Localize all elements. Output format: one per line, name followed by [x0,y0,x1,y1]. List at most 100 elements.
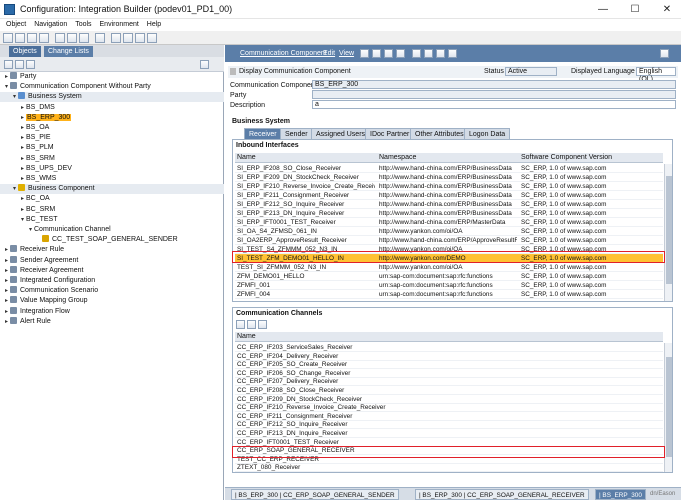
channel-add-icon[interactable] [236,320,245,329]
info-icon[interactable] [412,49,421,58]
expand-arrow-icon[interactable]: ▸ [3,245,10,255]
col-name[interactable]: Name [235,153,375,163]
editor-tab-sender[interactable]: | BS_ERP_300 | CC_ERP_SOAP_GENERAL_SENDE… [231,489,399,500]
history-icon[interactable] [147,33,157,43]
collapse-icon[interactable] [15,60,24,69]
language-select[interactable]: English (OL) [636,67,676,83]
forward-icon[interactable] [123,33,133,43]
tree-item[interactable]: ▸ BS_DMS [0,103,224,113]
tree-item[interactable]: ▾ Business System [0,92,224,103]
description-field[interactable]: a [312,100,676,109]
menu-view[interactable]: View [339,50,354,57]
print-icon[interactable] [39,33,49,43]
tree-item[interactable]: ▸ BS_UPS_DEV [0,164,224,174]
expand-arrow-icon[interactable]: ▸ [19,123,26,133]
tree-item[interactable]: ▸ BS_SRM [0,154,224,164]
inbound-row[interactable]: SI_ERP_IF210_Reverse_Invoice_Create_Rece… [235,182,663,191]
menu-navigation[interactable]: Navigation [34,19,67,30]
expand-arrow-icon[interactable]: ▸ [19,205,26,215]
open-icon[interactable] [15,33,25,43]
tab-logon-data[interactable]: Logon Data [464,128,511,139]
channel-remove-icon[interactable] [258,320,267,329]
inbound-row[interactable]: SI_ERP_IF209_DN_StockCheck_Receiver http:… [235,173,663,182]
tree-item[interactable]: ▾ Communication Channel [0,225,224,235]
new-icon[interactable] [3,33,13,43]
expand-arrow-icon[interactable]: ▸ [3,256,10,266]
menu-object[interactable]: Object [6,19,26,30]
tab-other-attributes[interactable]: Other Attributes [410,128,469,139]
inbound-row[interactable]: SI_OA_S4_ZFMSD_061_IN http://www.yankon.c… [235,227,663,236]
menu-edit[interactable]: Edit [323,50,335,57]
col-channel-name[interactable]: Name [235,332,435,342]
menu-communication-component[interactable]: Communication Component [240,50,327,57]
tree-item[interactable]: ▸ BC_OA [0,194,224,204]
expand-arrow-icon[interactable]: ▸ [3,276,10,286]
close-button[interactable]: ✕ [654,2,680,17]
history-icon[interactable] [448,49,457,58]
col-software-component[interactable]: Software Component Version [519,153,659,163]
inbound-scrollbar[interactable] [664,164,672,301]
tree-item[interactable]: ▾ Communication Component Without Party [0,82,224,92]
expand-arrow-icon[interactable]: ▸ [19,174,26,184]
display-icon[interactable] [372,49,381,58]
expand-arrow-icon[interactable]: ▸ [19,154,26,164]
expand-arrow-icon[interactable]: ▸ [19,194,26,204]
tree-item[interactable]: ▸ BS_PIE [0,133,224,143]
tree-item[interactable]: ▸ Communication Scenario [0,286,224,296]
menu-tools[interactable]: Tools [75,19,91,30]
copy-object-icon[interactable] [384,49,393,58]
back-icon[interactable] [111,33,121,43]
tree-item[interactable]: ▸ Value Mapping Group [0,296,224,306]
maximize-button[interactable]: ☐ [622,2,648,17]
check-icon[interactable] [424,49,433,58]
minimize-button[interactable]: — [590,2,616,17]
expand-arrow-icon[interactable]: ▸ [3,266,10,276]
expand-arrow-icon[interactable]: ▸ [3,72,10,82]
tree-item[interactable]: ▸ Sender Agreement [0,255,224,266]
tree-item[interactable]: ▸ Receiver Rule [0,245,224,255]
copy-icon[interactable] [67,33,77,43]
tab-receiver[interactable]: Receiver [244,128,282,139]
tab-objects[interactable]: Objects [9,46,41,57]
inbound-row[interactable]: ZFM_DEMO01_HELLO urn:sap-com:document:sap… [235,272,663,281]
inbound-row[interactable]: SI_OA2ERP_ApproveResult_Receiver http://w… [235,236,663,245]
tree-item[interactable]: ▸ Alert Rule [0,316,224,327]
inbound-row[interactable]: SI_ERP_IF211_Consignment_Receiver http://… [235,191,663,200]
tree-item[interactable]: ▸ Party [0,72,224,82]
tree-item[interactable]: ▸ Integration Flow [0,306,224,317]
paste-icon[interactable] [79,33,89,43]
collapse-arrow-icon[interactable]: ▾ [11,92,18,102]
tree-item[interactable]: ▸ BS_ERP_300 [0,113,224,123]
expand-arrow-icon[interactable]: ▸ [19,143,26,153]
tree-item[interactable]: ▸ BS_WMS [0,174,224,184]
inbound-row[interactable]: SI_ERP_IF213_DN_Inquire_Receiver http://w… [235,209,663,218]
tree-item[interactable]: ▾ Business Component [0,184,224,195]
tab-idoc-partner[interactable]: IDoc Partner [365,128,415,139]
expand-arrow-icon[interactable]: ▸ [3,317,10,327]
filter-icon[interactable] [26,60,35,69]
collapse-arrow-icon[interactable]: ▾ [27,225,34,235]
expand-arrow-icon[interactable]: ▸ [3,286,10,296]
channels-scrollbar[interactable] [664,343,672,472]
expand-arrow-icon[interactable]: ▸ [3,296,10,306]
expand-arrow-icon[interactable]: ▸ [19,113,26,123]
inbound-row[interactable]: SI_ERP_IFT0001_TEST_Receiver http://www.h… [235,218,663,227]
menu-help[interactable]: Help [147,19,161,30]
editor-tab-bs-erp-300[interactable]: | BS_ERP_300 [595,489,646,500]
tree-item[interactable]: ▸ Integrated Configuration [0,276,224,286]
cut-icon[interactable] [55,33,65,43]
expand-arrow-icon[interactable]: ▸ [19,164,26,174]
where-used-icon[interactable] [436,49,445,58]
refresh-icon[interactable] [135,33,145,43]
tab-change-lists[interactable]: Change Lists [44,46,93,57]
save-icon[interactable] [27,33,37,43]
inbound-row[interactable]: ZFMFI_001 urn:sap-com:document:sap:rfc:fu… [235,281,663,290]
inbound-row[interactable]: SI_ERP_IF212_SO_Inquire_Receiver http://w… [235,200,663,209]
expand-icon[interactable] [4,60,13,69]
editor-close-icon[interactable] [660,49,669,58]
tree-item[interactable]: ▾ BC_TEST [0,215,224,225]
inbound-scroll-thumb[interactable] [666,176,672,284]
menu-environment[interactable]: Environment [100,19,139,30]
expand-arrow-icon[interactable]: ▸ [19,133,26,143]
tab-sender[interactable]: Sender [280,128,313,139]
